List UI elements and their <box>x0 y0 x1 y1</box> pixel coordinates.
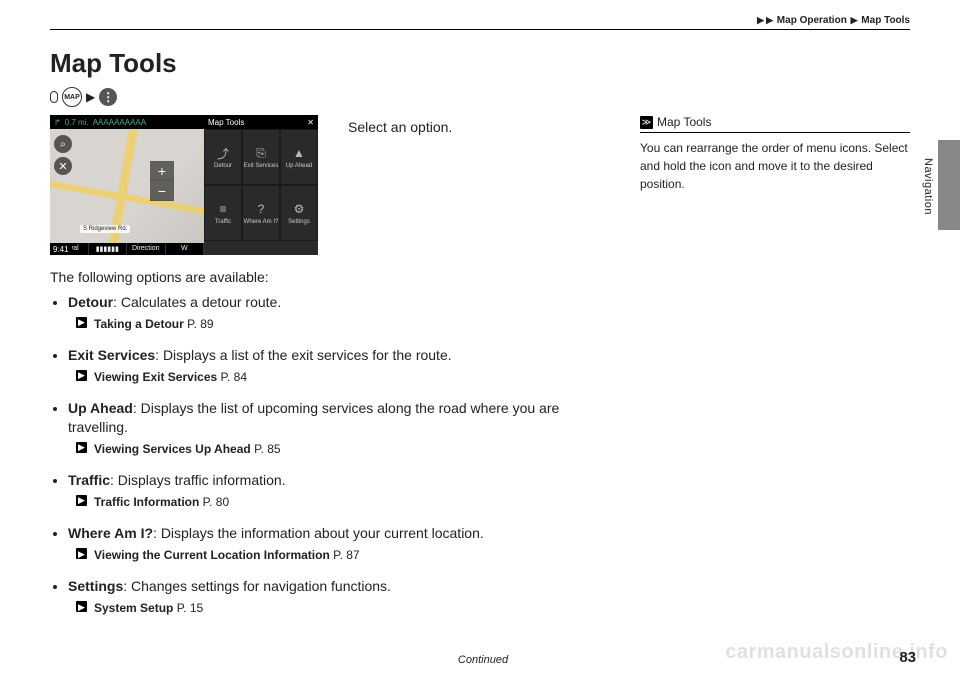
instruction: Select an option. <box>348 115 452 135</box>
chevron-right-icon: ▶ <box>766 15 773 25</box>
where-am-i-icon: ? <box>253 201 269 217</box>
cancel-icon: ✕ <box>54 157 72 175</box>
breadcrumb-a: Map Operation <box>777 15 847 26</box>
side-note-body: You can rearrange the order of menu icon… <box>640 139 910 193</box>
plus-icon: + <box>150 161 174 181</box>
chevron-right-icon: ▶ <box>851 15 858 25</box>
map-icon: MAP <box>62 87 82 107</box>
note-icon: ≫ <box>640 116 653 129</box>
option-up-ahead: Up Ahead: Displays the list of upcoming … <box>68 399 620 457</box>
ref-link: Viewing Exit Services P. 84 <box>68 369 620 385</box>
traffic-icon: ≡ <box>215 201 231 217</box>
ref-link: Taking a Detour P. 89 <box>68 316 620 332</box>
tool-up-ahead: ▲Up Ahead <box>280 129 318 185</box>
footer: Continued 83 <box>50 649 916 666</box>
tool-settings: ⚙Settings <box>280 185 318 241</box>
intro-text: The following options are available: <box>50 269 620 285</box>
option-exit-services: Exit Services: Displays a list of the ex… <box>68 346 620 385</box>
section-tab <box>938 140 960 230</box>
more-icon <box>99 88 117 106</box>
tool-detour: ⤴Detour <box>204 129 242 185</box>
screenshot-topbar: ↱ 0.7 mi. AAAAAAAAAA <box>50 115 204 129</box>
screenshot-map-area: ↱ 0.7 mi. AAAAAAAAAA ⌕ ✕ + − S Ridgeview… <box>50 115 204 255</box>
chevron-right-icon: ▶ <box>757 15 764 25</box>
ref-link: System Setup P. 15 <box>68 600 620 616</box>
exit-services-icon: ⎘ <box>253 145 269 161</box>
road-label: S Ridgeview Rd. <box>80 225 130 233</box>
screenshot-tools-panel: Map Tools ✕ ⤴Detour ⎘Exit Services ▲Up A… <box>204 115 318 255</box>
main-column: ↱ 0.7 mi. AAAAAAAAAA ⌕ ✕ + − S Ridgeview… <box>50 115 620 630</box>
tool-traffic: ≡Traffic <box>204 185 242 241</box>
side-note-title: ≫ Map Tools <box>640 115 910 133</box>
chevron-right-icon: ▶ <box>86 90 95 104</box>
options-list: Detour: Calculates a detour route. Takin… <box>50 293 620 616</box>
ref-link: Viewing Services Up Ahead P. 85 <box>68 441 620 457</box>
zoom-icon: ⌕ <box>54 135 72 153</box>
section-tab-label: Navigation <box>922 158 934 215</box>
page-title: Map Tools <box>50 48 910 79</box>
detour-icon: ⤴ <box>215 145 231 161</box>
continued-label: Continued <box>458 654 508 666</box>
settings-icon: ⚙ <box>291 201 307 217</box>
up-ahead-icon: ▲ <box>291 145 307 161</box>
ref-link: Viewing the Current Location Information… <box>68 547 620 563</box>
zoom-controls: + − <box>150 161 174 201</box>
option-detour: Detour: Calculates a detour route. Takin… <box>68 293 620 332</box>
breadcrumb-b: Map Tools <box>861 15 910 26</box>
tool-where-am-i: ?Where Am I? <box>242 185 280 241</box>
turn-icon: ↱ <box>54 118 61 127</box>
tool-exit-services: ⎘Exit Services <box>242 129 280 185</box>
clock: 9:41 <box>50 244 72 255</box>
voice-icon <box>50 91 58 103</box>
minus-icon: − <box>150 181 174 201</box>
screenshot-bottombar: Arrival ▮▮▮▮▮▮ Direction W <box>50 243 204 255</box>
side-column: ≫ Map Tools You can rearrange the order … <box>640 115 910 630</box>
breadcrumb: ▶▶ Map Operation ▶ Map Tools <box>50 15 910 30</box>
option-settings: Settings: Changes settings for navigatio… <box>68 577 620 616</box>
sequence-icons: MAP ▶ <box>50 87 910 107</box>
option-traffic: Traffic: Displays traffic information. T… <box>68 471 620 510</box>
page-number: 83 <box>899 649 916 666</box>
close-icon: ✕ <box>307 118 314 127</box>
option-where-am-i: Where Am I?: Displays the information ab… <box>68 524 620 563</box>
ref-link: Traffic Information P. 80 <box>68 494 620 510</box>
device-screenshot: ↱ 0.7 mi. AAAAAAAAAA ⌕ ✕ + − S Ridgeview… <box>50 115 318 255</box>
